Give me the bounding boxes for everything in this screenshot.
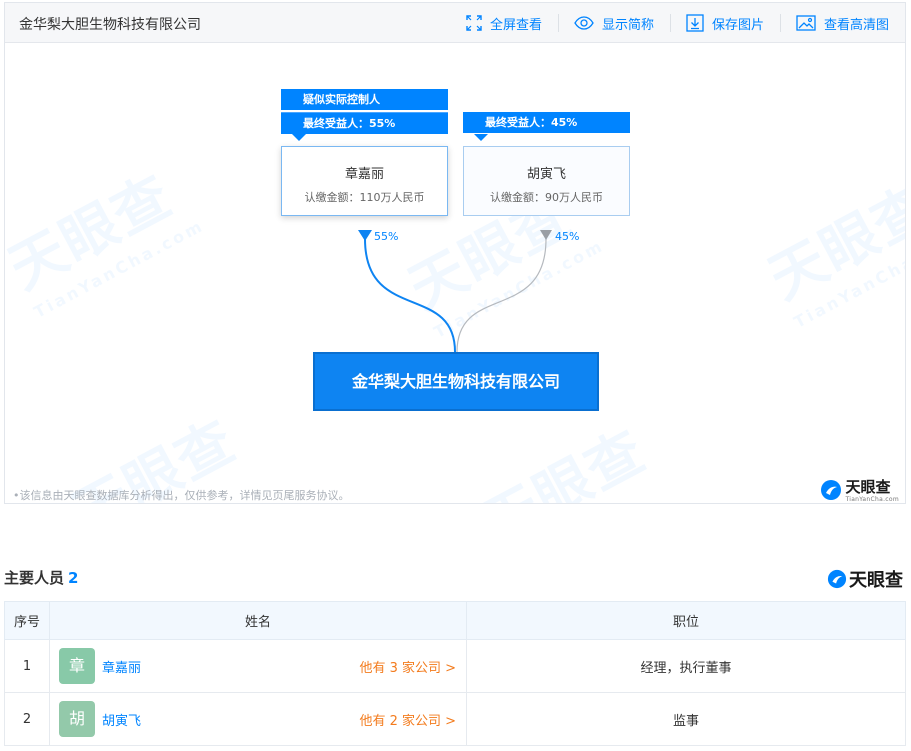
section-title-text: 主要人员 xyxy=(4,569,65,587)
equity-connectors xyxy=(358,230,552,353)
shareholder-node[interactable]: 章嘉丽 认缴金额：110万人民币 xyxy=(281,146,448,216)
tag-pointer xyxy=(474,134,488,141)
table-row: 2 胡 胡寅飞 他有 2 家公司 > 监事 xyxy=(4,692,906,746)
brand-name: 天眼查 xyxy=(845,478,891,496)
section-count: 2 xyxy=(68,569,79,587)
avatar: 胡 xyxy=(59,701,95,737)
share-percent: 55% xyxy=(374,230,399,243)
name-cell: 章 章嘉丽 他有 3 家公司 > xyxy=(49,639,467,693)
shareholder-name: 胡寅飞 xyxy=(526,167,566,182)
person-link[interactable]: 章嘉丽 xyxy=(102,657,141,676)
person-link[interactable]: 胡寅飞 xyxy=(102,710,141,729)
name-cell: 胡 胡寅飞 他有 2 家公司 > xyxy=(49,692,467,746)
row-index: 2 xyxy=(4,692,50,746)
shareholder-capital: 认缴金额：110万人民币 xyxy=(304,191,425,204)
table-header-row: 序号 姓名 职位 xyxy=(4,601,906,640)
arrow-head-primary xyxy=(358,230,372,241)
equity-graph-panel: 金华梨大胆生物科技有限公司 全屏查看 显示简称 保存图片 查看高清图 天眼查 Ti… xyxy=(4,2,906,504)
table-row: 1 章 章嘉丽 他有 3 家公司 > 经理，执行董事 xyxy=(4,639,906,693)
beneficiary-tag: 最终受益人：45% xyxy=(463,112,630,133)
section-brand-logo: 天眼查 xyxy=(827,566,903,592)
arrow-head-secondary xyxy=(540,230,552,240)
brand-logo-icon xyxy=(821,480,842,500)
tag-pointer xyxy=(292,134,306,141)
shareholder-name: 章嘉丽 xyxy=(344,167,384,182)
connector-line-secondary xyxy=(456,238,547,353)
position-cell: 监事 xyxy=(466,692,906,746)
company-count-link[interactable]: 他有 3 家公司 > xyxy=(359,657,456,676)
brand-logo: 天眼查 TianYanCha.com xyxy=(820,477,899,503)
disclaimer-text: •该信息由天眼查数据库分析得出，仅供参考，详情见页尾服务协议。 xyxy=(13,489,350,502)
avatar: 章 xyxy=(59,648,95,684)
header-position: 职位 xyxy=(466,601,906,640)
shareholder-node[interactable]: 胡寅飞 认缴金额：90万人民币 xyxy=(463,146,630,216)
brand-logo-icon xyxy=(827,569,847,589)
share-percent: 45% xyxy=(555,230,580,243)
company-count-link[interactable]: 他有 2 家公司 > xyxy=(359,710,456,729)
staff-table: 序号 姓名 职位 1 章 章嘉丽 他有 3 家公司 > 经理，执行董事 2 胡 … xyxy=(4,601,906,746)
brand-sub: TianYanCha.com xyxy=(845,496,899,503)
row-index: 1 xyxy=(4,639,50,693)
actual-controller-tag: 疑似实际控制人 xyxy=(281,89,448,110)
section-brand-name: 天眼查 xyxy=(849,570,903,591)
section-title: 主要人员 2 xyxy=(4,567,78,588)
shareholder-capital: 认缴金额：90万人民币 xyxy=(490,191,603,204)
company-node[interactable]: 金华梨大胆生物科技有限公司 xyxy=(313,352,599,411)
header-index: 序号 xyxy=(4,601,50,640)
header-name: 姓名 xyxy=(49,601,467,640)
position-cell: 经理，执行董事 xyxy=(466,639,906,693)
connector-line-primary xyxy=(364,238,456,353)
beneficiary-tag: 最终受益人：55% xyxy=(281,112,448,134)
